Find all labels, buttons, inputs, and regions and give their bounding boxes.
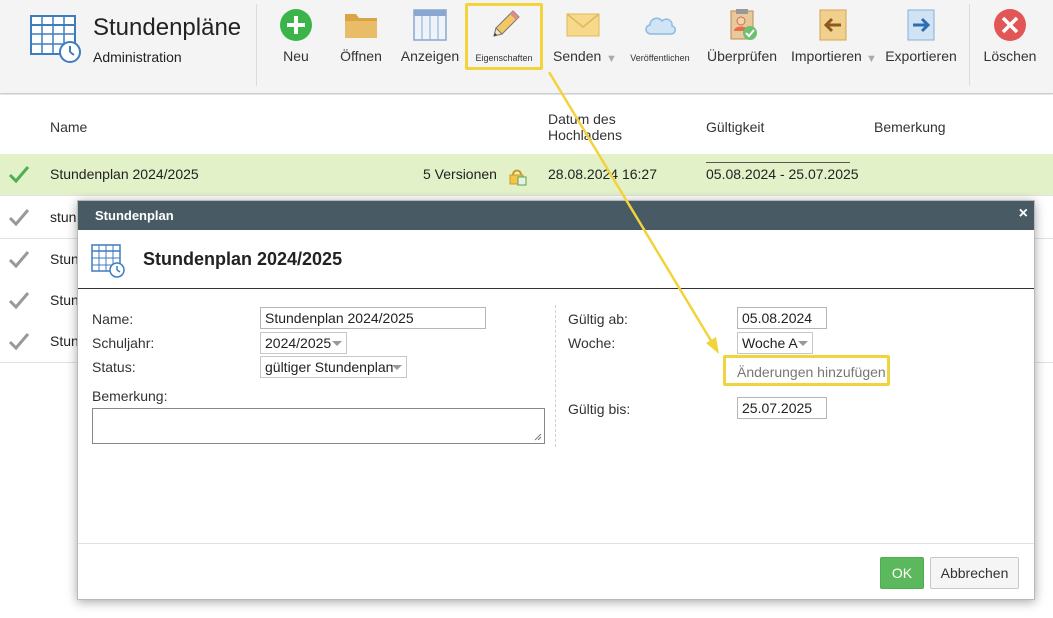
toolbar-import-button[interactable]: Importieren ▼ [788, 4, 878, 70]
cloud-icon [645, 17, 676, 35]
status-value: gültiger Stundenplan [265, 359, 394, 375]
toolbar-view-label: Anzeigen [400, 48, 460, 64]
row-name: Stun [50, 292, 79, 308]
envelope-icon [566, 13, 600, 37]
woche-value: Woche A [742, 335, 798, 351]
dialog-heading-bar: Stundenplan 2024/2025 [78, 230, 1034, 289]
delete-circle-icon [994, 9, 1026, 41]
row-name: Stun [50, 251, 79, 267]
dialog-title: Stundenplan [95, 208, 174, 223]
row-upload-date: 28.08.2024 16:27 [548, 166, 657, 182]
dialog-titlebar[interactable]: Stundenplan × [78, 201, 1034, 230]
gueltig-ab-label: Gültig ab: [568, 311, 628, 327]
column-header-upload-date[interactable]: Datum des Hochladens [548, 111, 648, 143]
toolbar-delete-button[interactable]: Löschen [978, 4, 1042, 70]
app-title: Stundenpläne [93, 14, 242, 41]
toolbar-open-label: Öffnen [340, 48, 382, 64]
chevron-down-icon: ▼ [866, 53, 877, 65]
table-row[interactable]: Stundenplan 2024/2025 5 Versionen 28.08.… [0, 154, 1053, 196]
check-icon [8, 166, 30, 184]
toolbar-separator [256, 4, 257, 86]
toolbar-export-label: Exportieren [885, 48, 957, 64]
properties-highlight-frame [465, 3, 543, 70]
row-name: Stun [50, 333, 79, 349]
add-changes-highlight-frame [723, 355, 890, 386]
check-icon [8, 209, 30, 227]
row-versions: 5 Versionen [423, 166, 497, 182]
woche-label: Woche: [568, 335, 616, 351]
toolbar-open-button[interactable]: Öffnen [334, 4, 388, 70]
toolbar-send-button[interactable]: Senden ▼ [548, 4, 618, 70]
column-divider [555, 305, 556, 447]
toolbar-export-button[interactable]: Exportieren [884, 4, 958, 70]
app-header: Stundenpläne Administration Neu Öffnen A… [0, 0, 1053, 94]
name-input[interactable]: Stundenplan 2024/2025 [260, 307, 486, 329]
close-icon[interactable]: × [1019, 206, 1028, 222]
toolbar-publish-label: Veröffentlichen [630, 53, 690, 63]
timetable-icon [30, 15, 81, 63]
row-validity: 05.08.2024 - 25.07.2025 [706, 166, 859, 182]
timetable-icon [91, 244, 125, 278]
column-header-remark[interactable]: Bemerkung [874, 119, 946, 135]
check-icon [8, 333, 30, 351]
toolbar-separator [969, 4, 970, 86]
table-view-icon [413, 9, 447, 41]
toolbar-new-label: Neu [283, 48, 309, 64]
chevron-down-icon [332, 341, 342, 346]
toolbar-publish-button[interactable]: Veröffentlichen [624, 4, 696, 70]
ok-button[interactable]: OK [880, 557, 924, 589]
schuljahr-value: 2024/2025 [265, 335, 332, 351]
column-header-name[interactable]: Name [50, 119, 87, 135]
bemerkung-textarea[interactable] [92, 408, 545, 444]
properties-dialog: Stundenplan × Stundenplan 2024/2025 Name… [77, 200, 1035, 600]
column-header-validity[interactable]: Gültigkeit [706, 119, 764, 135]
gueltig-bis-input[interactable]: 25.07.2025 [737, 397, 827, 419]
woche-select[interactable]: Woche A [737, 332, 813, 354]
import-arrow-icon [819, 9, 847, 41]
status-label: Status: [92, 359, 136, 375]
toolbar-view-button[interactable]: Anzeigen [398, 4, 462, 70]
validity-line [706, 162, 850, 163]
table-header: Name Datum des Hochladens Gültigkeit Bem… [0, 95, 1053, 157]
status-select[interactable]: gültiger Stundenplan [260, 356, 407, 378]
schuljahr-label: Schuljahr: [92, 335, 155, 351]
row-name: Stundenplan 2024/2025 [50, 166, 199, 182]
toolbar-delete-label: Löschen [983, 48, 1037, 64]
chevron-down-icon [798, 341, 808, 346]
plus-circle-icon [280, 9, 312, 41]
check-icon [8, 292, 30, 310]
lock-user-icon[interactable] [507, 166, 527, 186]
gueltig-ab-input[interactable]: 05.08.2024 [737, 307, 827, 329]
bemerkung-label: Bemerkung: [92, 388, 168, 404]
chevron-down-icon: ▼ [606, 53, 617, 65]
cancel-button[interactable]: Abbrechen [930, 557, 1019, 589]
dialog-heading: Stundenplan 2024/2025 [143, 249, 343, 269]
folder-icon [345, 14, 377, 38]
toolbar-import-label: Importieren [791, 48, 862, 64]
clipboard-check-icon [730, 9, 757, 40]
app-subtitle: Administration [93, 49, 182, 65]
toolbar-check-button[interactable]: Überprüfen [704, 4, 780, 70]
name-label: Name: [92, 311, 134, 327]
chevron-down-icon [392, 365, 402, 370]
check-icon [8, 251, 30, 269]
gueltig-bis-label: Gültig bis: [568, 401, 631, 417]
export-arrow-icon [907, 9, 935, 41]
toolbar-new-button[interactable]: Neu [268, 4, 324, 70]
toolbar-check-label: Überprüfen [706, 48, 778, 64]
schuljahr-select[interactable]: 2024/2025 [260, 332, 347, 354]
resize-grip-icon[interactable] [534, 433, 542, 441]
